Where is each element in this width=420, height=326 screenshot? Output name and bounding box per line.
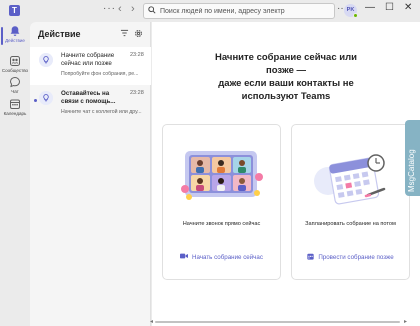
card-caption: Запланировать собрание на потом — [305, 221, 396, 227]
hero-line: даже если ваши контакты не — [218, 78, 354, 89]
video-call-illustration — [181, 151, 263, 200]
pane-title: Действие — [38, 29, 81, 39]
main-content: Начните собрание сейчас или позже — даже… — [152, 22, 420, 326]
hero-line: Начните собрание сейчас или — [215, 52, 357, 63]
rail-item-label: Действие — [5, 38, 25, 43]
card-caption: Начните звонок прямо сейчас — [182, 221, 261, 227]
button-label: Провести собрание позже — [318, 254, 394, 261]
video-camera-icon — [180, 253, 189, 261]
app-rail: Действие Сообщество Чат Календарь — [0, 22, 30, 326]
more-options-icon[interactable]: ··· — [103, 3, 116, 14]
community-icon — [10, 56, 20, 66]
unread-dot-icon — [34, 99, 37, 102]
search-box[interactable] — [143, 3, 335, 19]
presence-available-icon — [353, 13, 358, 18]
activity-item-preview: Начните чат с коллегой или дру... — [61, 109, 142, 115]
msgcatalog-side-tab[interactable]: MsgCatalog — [405, 120, 420, 196]
calendar-icon — [307, 253, 314, 262]
forward-arrow-icon[interactable]: › — [131, 3, 135, 15]
horizontal-scrollbar[interactable] — [155, 321, 400, 323]
title-bar: T ··· ‹ › ··· PK — ☐ ✕ — [0, 0, 420, 22]
back-arrow-icon[interactable]: ‹ — [118, 3, 122, 15]
hero-heading: Начните собрание сейчас или позже — даже… — [172, 51, 400, 103]
avatar-initials: PK — [346, 7, 355, 13]
activity-item-time: 23:28 — [130, 52, 144, 58]
minimize-button[interactable]: — — [365, 2, 375, 13]
maximize-button[interactable]: ☐ — [385, 2, 394, 13]
rail-item-activity[interactable]: Действие — [0, 22, 30, 52]
activity-item-title: Оставайтесь на связи с помощь... — [61, 90, 116, 105]
start-meeting-now-button[interactable]: Начать собрание сейчас — [163, 253, 280, 261]
close-button[interactable]: ✕ — [404, 2, 412, 13]
scroll-right-icon[interactable]: ▸ — [404, 318, 407, 325]
rail-item-label: Календарь — [3, 111, 27, 116]
chat-icon — [9, 76, 21, 88]
teams-logo-icon: T — [9, 5, 20, 16]
rail-item-calendar[interactable]: Календарь — [0, 95, 30, 125]
calendar-icon — [10, 99, 20, 109]
activity-item-title: Начните собрание сейчас или позже — [61, 52, 115, 67]
start-meeting-card: Начните звонок прямо сейчас Начать собра… — [162, 124, 281, 280]
hero-line: используют Teams — [241, 91, 331, 102]
activity-item[interactable]: Начните собрание сейчас или позже 23:28 … — [30, 47, 151, 85]
msgcatalog-label: MsgCatalog — [407, 149, 416, 192]
active-indicator — [1, 27, 3, 45]
button-label: Начать собрание сейчас — [192, 253, 263, 261]
schedule-meeting-card: Запланировать собрание на потом Провести… — [291, 124, 410, 280]
filter-icon[interactable] — [119, 29, 129, 39]
rail-item-label: Чат — [11, 89, 19, 94]
schedule-meeting-later-button[interactable]: Провести собрание позже — [292, 253, 409, 262]
bell-icon — [10, 26, 20, 36]
lightbulb-icon — [39, 91, 53, 105]
teams-window: T ··· ‹ › ··· PK — ☐ ✕ Действие Сообщест… — [0, 0, 420, 326]
activity-item-time: 23:28 — [130, 90, 144, 96]
activity-item[interactable]: Оставайтесь на связи с помощь... 23:28 Н… — [30, 85, 151, 123]
search-icon — [144, 6, 160, 16]
calendar-illustration — [314, 154, 386, 205]
scroll-left-icon[interactable]: ◂ — [150, 318, 153, 325]
hero-line: позже — — [265, 65, 307, 76]
avatar[interactable]: PK — [344, 4, 358, 18]
activity-item-preview: Попробуйте фон собрания, ре... — [61, 71, 139, 77]
lightbulb-icon — [39, 53, 53, 67]
activity-pane: Действие Начните собрание сейчас или поз… — [30, 22, 151, 326]
search-input[interactable] — [160, 7, 334, 15]
gear-icon[interactable] — [133, 29, 143, 39]
